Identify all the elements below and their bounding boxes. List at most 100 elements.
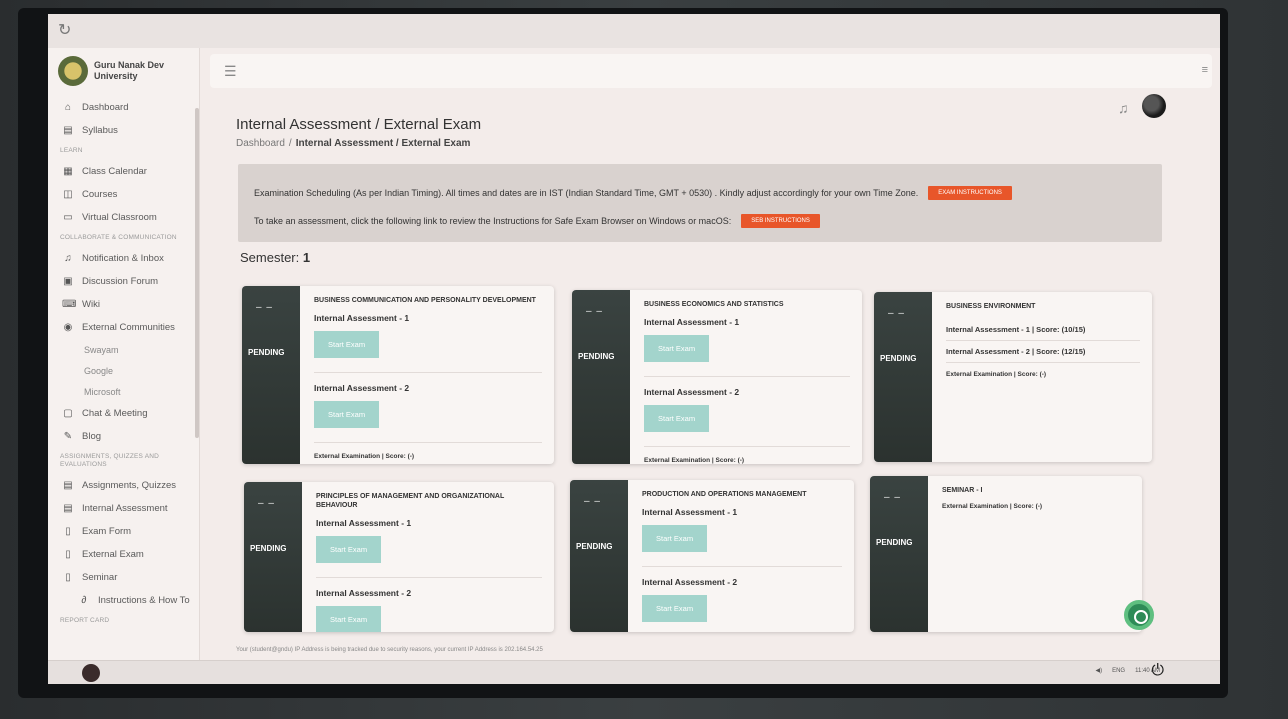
sidebar-subitem-google[interactable]: Google xyxy=(48,360,199,381)
sidebar-item-label: Syllabus xyxy=(82,125,118,136)
sidebar-item-label: External Communities xyxy=(82,322,175,333)
section-heading: ASSIGNMENTS, QUIZZES AND EVALUATIONS xyxy=(60,453,160,468)
status-badge: PENDING xyxy=(248,348,285,357)
course-card: – – PENDING SEMINAR - I External Examina… xyxy=(870,476,1142,632)
sidebar-subitem-swayam[interactable]: Swayam xyxy=(48,339,199,360)
globe-icon: ◉ xyxy=(63,322,73,333)
status-badge: PENDING xyxy=(880,354,917,363)
start-exam-button[interactable]: Start Exam xyxy=(642,525,708,552)
menu-toggle-icon[interactable]: ☰ xyxy=(224,64,244,78)
brand[interactable]: Guru Nanak Dev University xyxy=(48,48,199,96)
breadcrumb-dashboard[interactable]: Dashboard xyxy=(236,138,285,149)
sidebar-item-label: Virtual Classroom xyxy=(82,212,157,223)
start-exam-button[interactable]: Start Exam xyxy=(644,405,710,432)
sidebar-item-label: Blog xyxy=(82,431,102,442)
sidebar-item-notification[interactable]: ♫ Notification & Inbox xyxy=(48,247,199,270)
forum-icon: ▣ xyxy=(63,276,73,287)
status-panel: – – PENDING xyxy=(870,476,928,632)
notification-bell-icon[interactable]: ♫ xyxy=(1118,100,1129,116)
sidebar-item-courses[interactable]: ◫ Courses xyxy=(48,183,199,206)
course-title: PRINCIPLES OF MANAGEMENT AND ORGANIZATIO… xyxy=(316,493,505,509)
assessment-title: Internal Assessment - 1 xyxy=(644,317,740,327)
notice-text-2: To take an assessment, click the followi… xyxy=(254,216,732,226)
sidebar-scrollbar[interactable] xyxy=(195,108,199,438)
card-body: PRINCIPLES OF MANAGEMENT AND ORGANIZATIO… xyxy=(316,492,542,632)
file-outline-icon: ▯ xyxy=(65,572,71,583)
external-exam-score: External Examination | Score: (-) xyxy=(644,457,745,464)
start-exam-button[interactable]: Start Exam xyxy=(644,335,710,362)
sidebar-item-label: Chat & Meeting xyxy=(82,408,148,419)
sidebar-item-chat-meeting[interactable]: ▢ Chat & Meeting xyxy=(48,402,199,425)
start-exam-button[interactable]: Start Exam xyxy=(316,606,382,632)
power-icon[interactable]: ⏻ xyxy=(1151,662,1164,680)
sidebar-item-dashboard[interactable]: ⌂ Dashboard xyxy=(48,96,199,119)
brand-name: Guru Nanak Dev University xyxy=(94,60,165,81)
status-panel: – – PENDING xyxy=(572,290,630,464)
sidebar-item-seminar[interactable]: ▯ Seminar xyxy=(48,566,199,589)
seb-instructions-button[interactable]: SEB INSTRUCTIONS xyxy=(741,214,820,228)
sidebar-item-class-calendar[interactable]: ▦ Class Calendar xyxy=(48,160,199,183)
file-outline-icon: ▯ xyxy=(65,526,71,537)
chat-button[interactable] xyxy=(1124,600,1154,630)
sidebar-item-assignments[interactable]: ▤ Assignments, Quizzes xyxy=(48,474,199,497)
assessment-title: Internal Assessment - 1 xyxy=(316,518,412,528)
sidebar-item-external-exam[interactable]: ▯ External Exam xyxy=(48,543,199,566)
sidebar-item-label: Seminar xyxy=(82,572,118,583)
sidebar-item-label: Assignments, Quizzes xyxy=(82,480,176,491)
notice-line-2: To take an assessment, click the followi… xyxy=(254,214,820,228)
exam-instructions-button[interactable]: EXAM INSTRUCTIONS xyxy=(928,186,1012,200)
sidebar-item-wiki[interactable]: ⌨ Wiki xyxy=(48,293,199,316)
reload-icon[interactable]: ↻ xyxy=(58,20,78,40)
divider xyxy=(644,446,850,447)
sidebar-item-virtual-classroom[interactable]: ▭ Virtual Classroom xyxy=(48,206,199,229)
sidebar-item-blog[interactable]: ✎ Blog xyxy=(48,425,199,448)
avatar[interactable] xyxy=(1142,94,1166,118)
card-body: BUSINESS ENVIRONMENT Internal Assessment… xyxy=(946,302,1140,378)
taskbar: ◀) ENG 11:40 AM ⏻ xyxy=(48,660,1220,684)
blog-icon: ✎ xyxy=(63,431,73,442)
course-title: SEMINAR - I xyxy=(942,487,983,494)
page-title: Internal Assessment / External Exam xyxy=(236,116,482,133)
start-exam-button[interactable]: Start Exam xyxy=(316,536,382,563)
file-icon: ▤ xyxy=(63,480,73,491)
sidebar-item-label: Courses xyxy=(82,189,118,200)
section-heading: REPORT CARD xyxy=(60,617,110,624)
sidebar-subitem-microsoft[interactable]: Microsoft xyxy=(48,381,199,402)
wiki-icon: ⌨ xyxy=(62,299,77,310)
card-body: BUSINESS ECONOMICS AND STATISTICS Intern… xyxy=(644,300,850,464)
divider xyxy=(314,442,542,443)
sidebar-item-label: Class Calendar xyxy=(82,166,147,177)
sidebar-item-label: Wiki xyxy=(82,299,100,310)
status-dash: – – xyxy=(888,308,905,319)
divider xyxy=(314,372,542,373)
language-indicator[interactable]: ENG xyxy=(1112,668,1125,674)
status-badge: PENDING xyxy=(576,542,613,551)
ip-tracking-footer: Your (student@gndu) IP Address is being … xyxy=(236,647,543,653)
sidebar-item-external-communities[interactable]: ◉ External Communities xyxy=(48,316,199,339)
course-card: – – PENDING PRODUCTION AND OPERATIONS MA… xyxy=(570,480,854,632)
document-icon: ▤ xyxy=(63,125,73,136)
exam-notice: Examination Scheduling (As per Indian Ti… xyxy=(238,164,1162,242)
options-icon[interactable]: ≡ xyxy=(1202,64,1208,76)
sidebar-item-internal-assessment[interactable]: ▤ Internal Assessment xyxy=(48,497,199,520)
screen: ↻ Guru Nanak Dev University ⌂ Dashboard … xyxy=(48,14,1220,684)
course-title: BUSINESS COMMUNICATION AND PERSONALITY D… xyxy=(314,297,536,304)
start-exam-button[interactable]: Start Exam xyxy=(642,595,708,622)
status-dash: – – xyxy=(884,492,901,503)
course-title: BUSINESS ECONOMICS AND STATISTICS xyxy=(644,301,784,308)
start-icon[interactable] xyxy=(82,664,100,682)
sidebar-item-discussion-forum[interactable]: ▣ Discussion Forum xyxy=(48,270,199,293)
sidebar-item-label: Internal Assessment xyxy=(82,503,168,514)
sidebar-item-label: Notification & Inbox xyxy=(82,253,164,264)
sidebar-item-exam-form[interactable]: ▯ Exam Form xyxy=(48,520,199,543)
notice-text-1: Examination Scheduling (As per Indian Ti… xyxy=(254,188,919,198)
divider xyxy=(644,376,850,377)
start-exam-button[interactable]: Start Exam xyxy=(314,401,380,428)
sidebar-item-syllabus[interactable]: ▤ Syllabus xyxy=(48,119,199,142)
card-body: SEMINAR - I External Examination | Score… xyxy=(942,486,1130,510)
sidebar-item-instructions[interactable]: ∂ Instructions & How To xyxy=(48,589,199,612)
volume-icon[interactable]: ◀) xyxy=(1095,667,1102,674)
status-badge: PENDING xyxy=(250,544,287,553)
divider xyxy=(316,577,542,578)
start-exam-button[interactable]: Start Exam xyxy=(314,331,380,358)
